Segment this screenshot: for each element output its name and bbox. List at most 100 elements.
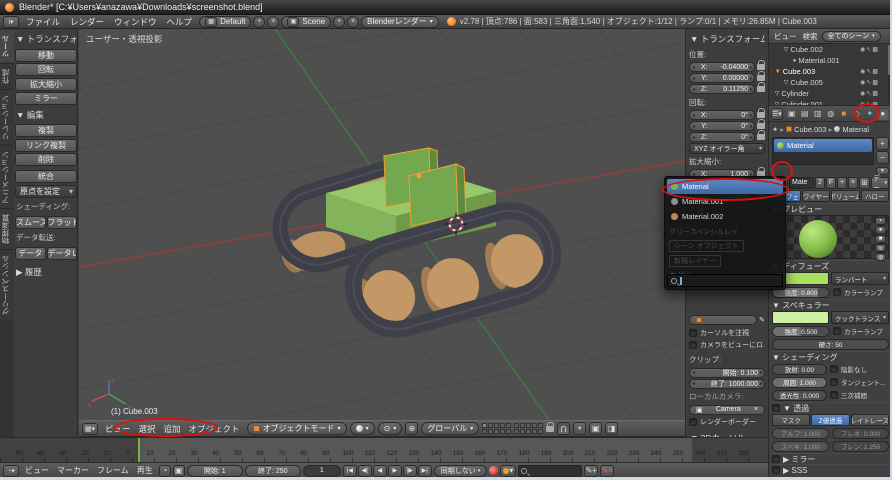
- render-engine-selector[interactable]: Blenderレンダー▾: [361, 16, 439, 28]
- shading-checkbox[interactable]: [830, 391, 838, 399]
- transparency-mode-button[interactable]: レイトレース: [851, 414, 889, 426]
- transparency-field[interactable]: スペキ: 1.000: [772, 441, 829, 452]
- sss-panel-title[interactable]: ▶ SSS: [772, 464, 889, 475]
- timeline-editor-type-icon[interactable]: ◔▾: [3, 465, 19, 477]
- shading-checkbox[interactable]: [830, 378, 838, 386]
- properties-tab[interactable]: ■: [838, 108, 850, 120]
- mirror-checkbox[interactable]: [772, 455, 780, 463]
- breadcrumb-object[interactable]: Cube.003: [794, 125, 827, 134]
- lock-icon[interactable]: [757, 123, 765, 129]
- timeline-menu-item[interactable]: フレーム: [93, 466, 133, 475]
- specular-ramp-checkbox[interactable]: [833, 327, 841, 335]
- timeline-menu-item[interactable]: 再生: [133, 466, 157, 475]
- location-field[interactable]: ◂X:-0.04000▸: [689, 62, 755, 72]
- properties-tab[interactable]: ▥: [812, 108, 824, 120]
- top-menu-item[interactable]: ウィンドウ: [109, 17, 162, 27]
- camera-lock-checkbox[interactable]: [689, 341, 697, 349]
- popup-search-field[interactable]: [667, 274, 783, 287]
- transport-button[interactable]: ▶: [388, 465, 402, 477]
- shading-panel-title[interactable]: ▼ シェーディング: [772, 351, 889, 362]
- manipulator-toggle-icon[interactable]: ⊕: [405, 422, 418, 435]
- tool-shelf-tab[interactable]: ツール: [0, 29, 14, 63]
- editor-type-icon[interactable]: i▾: [3, 16, 19, 28]
- edit-button[interactable]: 削除: [15, 153, 77, 166]
- location-field[interactable]: ◂Y:0.00000▸: [689, 73, 755, 83]
- lock-icon[interactable]: [757, 134, 765, 140]
- preview-world-button[interactable]: ◍: [875, 253, 886, 261]
- mode-dropdown[interactable]: オブジェクトモード▾: [247, 422, 347, 435]
- delete-keyframe-icon[interactable]: ✎×: [600, 465, 614, 477]
- disclosure-icon[interactable]: ◦: [780, 80, 782, 86]
- material-type-tab[interactable]: ワイヤー: [802, 190, 831, 202]
- transparency-mode-button[interactable]: マスク: [772, 414, 810, 426]
- transform-button[interactable]: 回転: [15, 63, 77, 76]
- lock-object-field[interactable]: [689, 315, 757, 325]
- transform-button[interactable]: 拡大縮小: [15, 78, 77, 91]
- data-source-dropdown[interactable]: デー▾: [871, 177, 889, 189]
- cursor-panel-title[interactable]: ▼ 3Dカーソル: [689, 430, 765, 438]
- properties-editor-type-icon[interactable]: ☰▾: [771, 108, 783, 120]
- clear-icon[interactable]: ×: [754, 406, 758, 413]
- outliner-row[interactable]: ◦●Material.001: [769, 55, 892, 66]
- top-menu-item[interactable]: ヘルプ: [162, 17, 198, 27]
- preview-cube-button[interactable]: ■: [875, 235, 886, 243]
- specular-intensity-slider[interactable]: 強度: 0.500: [772, 326, 830, 337]
- render-restrict-icon[interactable]: ▩: [872, 90, 878, 97]
- tool-shelf-tab[interactable]: 作成: [0, 63, 14, 89]
- record-button[interactable]: [489, 466, 498, 475]
- tool-shelf-tab[interactable]: グリースペンシル: [0, 249, 14, 320]
- hardness-slider[interactable]: 硬さ: 50: [772, 339, 889, 350]
- fake-user-button[interactable]: F: [826, 177, 836, 189]
- transform-button[interactable]: 移動: [15, 49, 77, 62]
- material-type-tab[interactable]: ボリューム: [831, 190, 860, 202]
- active-keying-set-field[interactable]: [518, 465, 582, 477]
- specular-shader-dropdown[interactable]: クックトランス: [831, 311, 889, 324]
- diffuse-panel-title[interactable]: ▼ ディフューズ: [772, 260, 889, 271]
- shading-value-field[interactable]: 周囲: 1.000: [772, 377, 827, 388]
- tool-shelf-tab[interactable]: アニメーション: [0, 145, 14, 209]
- specular-panel-title[interactable]: ▼ スペキュラー: [772, 299, 889, 310]
- rotation-field[interactable]: ◂Y:0°▸: [689, 121, 755, 131]
- transform-button[interactable]: ミラー: [15, 92, 77, 105]
- render-opengl-icon[interactable]: ▣: [589, 422, 602, 435]
- eyedropper-icon[interactable]: ✎: [759, 316, 765, 324]
- frame-start-field[interactable]: 開始: 1: [187, 465, 243, 477]
- disclosure-icon[interactable]: ◦: [771, 69, 773, 75]
- shading-button[interactable]: フラット: [47, 216, 78, 229]
- insert-keyframe-icon[interactable]: ✎+: [584, 465, 598, 477]
- transparency-field[interactable]: ブレン: 1.250: [832, 441, 889, 452]
- outliner-row[interactable]: ◦▽Cylinder◉↖▩: [769, 88, 892, 99]
- scene-selector[interactable]: ▣Scene: [281, 16, 331, 28]
- diffuse-ramp-checkbox[interactable]: [833, 288, 841, 296]
- selectable-icon[interactable]: ↖: [866, 90, 871, 97]
- shading-button[interactable]: スムーズ: [15, 216, 46, 229]
- transparency-panel-title[interactable]: ▼ 透過: [772, 402, 889, 413]
- sss-checkbox[interactable]: [772, 466, 780, 474]
- timeline-ruler[interactable]: -50-40-30-20-100102030405060708090100110…: [0, 437, 768, 462]
- preview-flat-button[interactable]: ▪: [875, 217, 886, 225]
- edit-panel-title[interactable]: ▼ 編集: [15, 107, 77, 123]
- snap-magnet-icon[interactable]: U: [557, 422, 570, 435]
- edit-button[interactable]: リンク複製: [15, 139, 77, 152]
- transport-button[interactable]: ▶|: [418, 465, 432, 477]
- frame-lock-icon[interactable]: ▣: [173, 465, 185, 477]
- viewport-menu-item[interactable]: ビュー: [101, 424, 135, 434]
- viewport-editor-type-icon[interactable]: ▦▾: [82, 423, 98, 435]
- data-transfer-button[interactable]: データ: [15, 247, 46, 260]
- eye-icon[interactable]: ◉: [860, 90, 865, 97]
- transport-button[interactable]: ◀|: [358, 465, 372, 477]
- unlink-material-button[interactable]: ×: [848, 177, 858, 189]
- layers-grid-2[interactable]: [514, 423, 543, 434]
- viewport-menu-item[interactable]: 追加: [160, 424, 185, 434]
- local-camera-field[interactable]: ▣Camera×: [689, 405, 765, 415]
- lock-icon[interactable]: [757, 75, 765, 81]
- transparency-field[interactable]: フレネ: 0.000: [832, 428, 889, 439]
- popup-material-item[interactable]: Material: [667, 179, 783, 194]
- timeline-menu-item[interactable]: ビュー: [21, 466, 53, 475]
- top-menu-item[interactable]: ファイル: [21, 17, 65, 27]
- timeline-menu-item[interactable]: マーカー: [53, 466, 93, 475]
- orientation-dropdown[interactable]: グローバル▾: [421, 422, 479, 435]
- lock-icon[interactable]: [757, 86, 765, 92]
- selectable-icon[interactable]: ↖: [866, 79, 871, 86]
- disclosure-icon[interactable]: ◦: [780, 47, 782, 53]
